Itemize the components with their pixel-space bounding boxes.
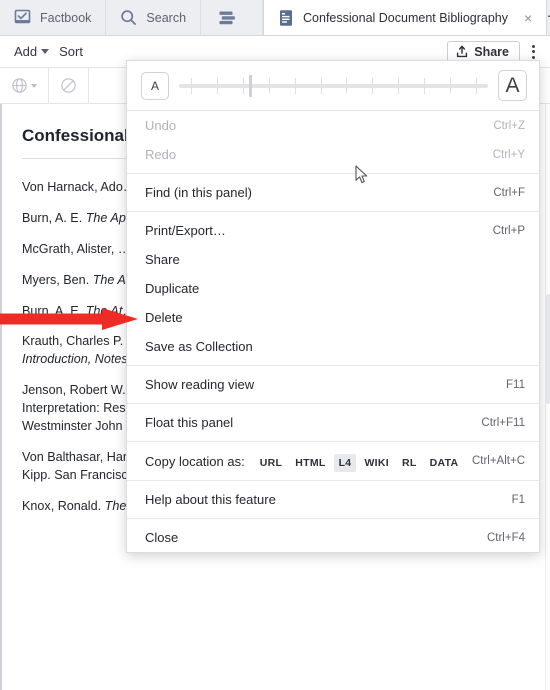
menu-item-find-in-this-panel[interactable]: Find (in this panel) Ctrl+F bbox=[127, 178, 539, 207]
menu-separator bbox=[127, 441, 539, 442]
menu-item-shortcut: Ctrl+F bbox=[493, 186, 525, 199]
slider-tick bbox=[243, 77, 245, 94]
menu-item-shortcut: F1 bbox=[511, 493, 525, 506]
book-check-icon bbox=[14, 9, 31, 26]
tab-factbook[interactable]: Factbook bbox=[0, 0, 107, 35]
copy-location-row[interactable]: Copy location as: URL HTML L4 WIKI RL DATA Ct… bbox=[127, 446, 539, 476]
copy-format-html[interactable]: HTML bbox=[290, 454, 330, 472]
slider-thumb[interactable] bbox=[249, 74, 253, 97]
slider-tick bbox=[372, 77, 374, 94]
menu-separator bbox=[127, 403, 539, 404]
prohibited-icon bbox=[60, 77, 77, 94]
menu-item-label: Delete bbox=[145, 310, 183, 325]
chevron-down-icon bbox=[31, 83, 37, 88]
menu-item-duplicate[interactable]: Duplicate bbox=[127, 274, 539, 303]
slider-tick bbox=[449, 77, 451, 94]
app-window: Factbook Search Confessional Document Bi… bbox=[0, 0, 550, 690]
menu-separator bbox=[127, 173, 539, 174]
copy-format-rl[interactable]: RL bbox=[397, 454, 422, 472]
font-size-slider[interactable] bbox=[179, 73, 488, 99]
menu-separator bbox=[127, 518, 539, 519]
copy-location-accel: Ctrl+Alt+C bbox=[471, 455, 525, 467]
menu-item-print-export[interactable]: Print/Export… Ctrl+P bbox=[127, 216, 539, 245]
tab-label: Search bbox=[146, 10, 187, 25]
slider-tick bbox=[320, 77, 322, 94]
scrollbar-thumb[interactable] bbox=[546, 294, 550, 404]
menu-item-help-about-this-feature[interactable]: Help about this feature F1 bbox=[127, 485, 539, 514]
copy-format-l4[interactable]: L4 bbox=[333, 453, 357, 472]
slider-tick bbox=[475, 77, 477, 94]
menu-item-label: Save as Collection bbox=[145, 339, 253, 354]
menu-item-label: Float this panel bbox=[145, 415, 234, 430]
menu-separator bbox=[127, 365, 539, 366]
tab-label: Confessional Document Bibliography bbox=[303, 10, 509, 25]
tab-bar: Factbook Search Confessional Document Bi… bbox=[0, 0, 550, 36]
tab-library[interactable] bbox=[201, 0, 264, 35]
slider-tick bbox=[268, 77, 270, 94]
copy-format-data[interactable]: DATA bbox=[425, 454, 464, 472]
panel-context-menu: A A Undo Ctrl+Z Redo Ctrl+Y Find (in this pa… bbox=[126, 60, 540, 553]
menu-item-shortcut: F11 bbox=[506, 378, 525, 391]
slider-tick bbox=[423, 77, 425, 94]
menu-item-close[interactable]: Close Ctrl+F4 bbox=[127, 523, 539, 552]
menu-item-label: Duplicate bbox=[145, 281, 200, 296]
menu-item-group-bottom: Help about this feature F1 Close Ctrl+F4 bbox=[127, 485, 539, 552]
copy-format-options: URL HTML L4 WIKI RL DATA bbox=[255, 453, 467, 472]
add-button[interactable]: Add bbox=[11, 42, 52, 61]
copy-location-label: Copy location as: bbox=[145, 453, 245, 469]
menu-item-group-top: Undo Ctrl+Z Redo Ctrl+Y Find (in this panel)… bbox=[127, 111, 539, 442]
menu-item-label: Close bbox=[145, 530, 179, 545]
add-button-label: Add bbox=[14, 44, 38, 59]
menu-item-save-as-collection[interactable]: Save as Collection bbox=[127, 332, 539, 361]
font-size-slider-row: A A bbox=[127, 61, 539, 111]
globe-icon bbox=[11, 77, 28, 94]
toolbar-left-group: Add Sort bbox=[0, 42, 86, 61]
chevron-down-icon bbox=[41, 49, 50, 54]
slider-tick bbox=[346, 77, 348, 94]
menu-separator bbox=[127, 480, 539, 481]
menu-item-label: Redo bbox=[145, 147, 177, 162]
slider-tick bbox=[191, 77, 193, 94]
document-icon bbox=[278, 9, 294, 27]
slider-tick bbox=[398, 77, 400, 94]
close-icon[interactable]: × bbox=[524, 11, 532, 25]
copy-format-wiki[interactable]: WIKI bbox=[359, 454, 394, 472]
menu-item-undo: Undo Ctrl+Z bbox=[127, 111, 539, 140]
sort-button-label: Sort bbox=[59, 44, 83, 59]
search-icon bbox=[120, 9, 137, 26]
menu-item-shortcut: Ctrl+F4 bbox=[486, 531, 525, 544]
slider-tick bbox=[294, 77, 296, 94]
tab-search[interactable]: Search bbox=[106, 0, 202, 35]
slider-tick bbox=[217, 77, 219, 94]
menu-item-show-reading-view[interactable]: Show reading view F11 bbox=[127, 370, 539, 399]
menu-item-label: Share bbox=[145, 252, 180, 267]
menu-item-redo: Redo Ctrl+Y bbox=[127, 140, 539, 169]
copy-format-url[interactable]: URL bbox=[255, 454, 287, 472]
sort-button[interactable]: Sort bbox=[56, 42, 86, 61]
menu-item-share[interactable]: Share bbox=[127, 245, 539, 274]
menu-item-label: Help about this feature bbox=[145, 492, 276, 507]
tab-label: Factbook bbox=[40, 10, 92, 25]
menu-item-shortcut: Ctrl+Z bbox=[493, 119, 525, 132]
menu-item-delete[interactable]: Delete bbox=[127, 303, 539, 332]
menu-separator bbox=[127, 211, 539, 212]
slider-ticks bbox=[179, 77, 488, 94]
menu-item-label: Print/Export… bbox=[145, 223, 226, 238]
decrease-font-button[interactable]: A bbox=[141, 71, 169, 100]
menu-item-float-this-panel[interactable]: Float this panel Ctrl+F11 bbox=[127, 408, 539, 437]
menu-item-label: Find (in this panel) bbox=[145, 185, 252, 200]
vertical-scrollbar[interactable] bbox=[545, 104, 550, 690]
menu-item-shortcut: Ctrl+F11 bbox=[481, 416, 525, 429]
share-button-label: Share bbox=[474, 44, 509, 59]
menu-item-label: Show reading view bbox=[145, 377, 255, 392]
menu-item-shortcut: Ctrl+P bbox=[492, 224, 525, 237]
language-selector[interactable] bbox=[0, 67, 49, 104]
disable-button[interactable] bbox=[49, 67, 89, 104]
menu-item-shortcut: Ctrl+Y bbox=[492, 148, 525, 161]
menu-item-label: Undo bbox=[145, 118, 177, 133]
library-stack-icon bbox=[217, 10, 237, 26]
upload-icon bbox=[456, 45, 468, 58]
increase-font-button[interactable]: A bbox=[498, 70, 527, 101]
tab-confessional-document-bibliography[interactable]: Confessional Document Bibliography × bbox=[263, 0, 548, 35]
